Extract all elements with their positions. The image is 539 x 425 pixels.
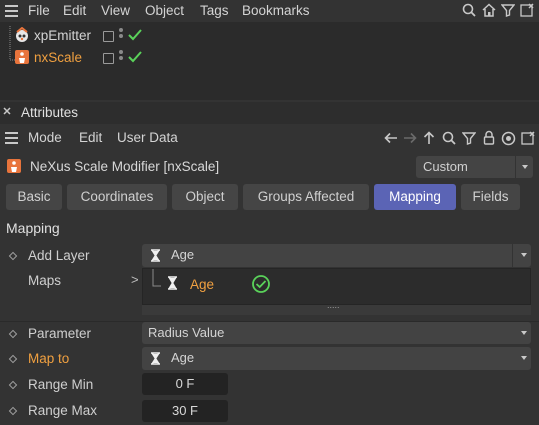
tab-basic[interactable]: Basic (6, 184, 62, 210)
menu-edit[interactable]: Edit (63, 3, 86, 18)
object-name-xpemitter[interactable]: xpEmitter (34, 28, 91, 43)
keyframe-diamond-icon[interactable] (8, 329, 18, 339)
layout-mode-dropdown[interactable]: Custom (416, 156, 533, 178)
object-manager-menubar: File Edit View Object Tags Bookmarks (0, 0, 539, 22)
menu-view[interactable]: View (101, 3, 130, 18)
chevron-down-icon (521, 331, 527, 335)
hamburger-menu-icon[interactable] (5, 132, 18, 144)
parameter-dropdown[interactable]: Radius Value (142, 322, 531, 344)
nexus-scale-icon (14, 49, 30, 65)
keyframe-diamond-icon[interactable] (8, 406, 18, 416)
hourglass-icon (150, 249, 161, 262)
tab-coordinates[interactable]: Coordinates (67, 184, 167, 210)
map-to-label: Map to (28, 351, 70, 366)
back-arrow-icon[interactable] (384, 131, 398, 145)
range-max-label: Range Max (28, 403, 98, 418)
target-icon[interactable] (501, 131, 516, 146)
hourglass-icon (150, 352, 161, 365)
maps-label: Maps (28, 273, 62, 288)
enabled-check-icon[interactable] (128, 29, 142, 41)
up-arrow-icon[interactable] (422, 131, 436, 145)
range-min-input[interactable]: 0 F (142, 373, 228, 395)
map-layer-name[interactable]: Age (190, 277, 214, 292)
menu-tags[interactable]: Tags (200, 3, 229, 18)
menu-user-data[interactable]: User Data (117, 130, 178, 145)
object-row-xpemitter[interactable]: xpEmitter (0, 24, 539, 46)
menu-mode[interactable]: Mode (28, 130, 62, 145)
keyframe-diamond-icon[interactable] (8, 251, 18, 261)
home-icon[interactable] (482, 3, 496, 17)
search-icon[interactable] (442, 131, 456, 145)
visibility-dots-icon[interactable] (119, 28, 124, 40)
add-layer-dropdown[interactable]: Age (142, 244, 531, 267)
object-name-nxscale[interactable]: nxScale (34, 50, 82, 65)
map-to-value: Age (171, 350, 195, 365)
layer-tag-icon[interactable] (103, 53, 114, 64)
range-max-input[interactable]: 30 F (142, 400, 228, 422)
attributes-panel: Attributes Mode Edit User Data NeXus Sca… (0, 102, 539, 425)
nexus-scale-icon (6, 158, 22, 174)
new-view-icon[interactable] (520, 3, 534, 17)
add-layer-value: Age (171, 247, 195, 262)
attributes-menubar: Mode Edit User Data (0, 126, 539, 150)
tab-mapping[interactable]: Mapping (374, 184, 456, 210)
hamburger-menu-icon[interactable] (5, 5, 18, 17)
close-panel-icon[interactable] (3, 107, 11, 115)
hourglass-icon (167, 276, 178, 290)
search-icon[interactable] (462, 3, 476, 17)
object-tree: xpEmitter nxScale (0, 24, 539, 72)
dropdown-divider (512, 244, 513, 267)
maps-resize-handle[interactable]: ..... (142, 300, 531, 315)
object-manager: File Edit View Object Tags Bookmarks xpE… (0, 0, 539, 100)
object-row-nxscale[interactable]: nxScale (0, 46, 539, 68)
chevron-down-icon (521, 253, 527, 257)
filter-icon[interactable] (462, 131, 476, 145)
object-header: NeXus Scale Modifier [nxScale] Custom (0, 154, 539, 178)
maps-expand-arrow[interactable]: > (131, 272, 139, 287)
enabled-check-circle-icon[interactable] (251, 274, 271, 294)
map-to-dropdown[interactable]: Age (142, 347, 531, 370)
parameter-value: Radius Value (148, 325, 225, 340)
menu-edit[interactable]: Edit (79, 130, 102, 145)
lock-icon[interactable] (482, 130, 496, 145)
forward-arrow-icon[interactable] (403, 131, 417, 145)
range-min-label: Range Min (28, 377, 94, 392)
chevron-down-icon (515, 156, 533, 178)
resize-grip-dots: ..... (327, 300, 340, 310)
layout-mode-value: Custom (423, 159, 468, 174)
layer-tag-icon[interactable] (103, 31, 114, 42)
chevron-down-icon (521, 356, 527, 360)
attributes-titlebar: Attributes (0, 102, 539, 124)
parameter-label: Parameter (28, 326, 92, 341)
map-layer-item[interactable]: Age (161, 271, 361, 299)
tab-fields[interactable]: Fields (461, 184, 520, 210)
keyframe-diamond-icon[interactable] (8, 380, 18, 390)
tab-object[interactable]: Object (172, 184, 238, 210)
add-layer-label: Add Layer (28, 248, 90, 263)
panel-title: Attributes (21, 105, 79, 120)
enabled-check-icon[interactable] (128, 51, 142, 63)
menu-file[interactable]: File (28, 3, 50, 18)
section-title: Mapping (6, 220, 60, 236)
menu-bookmarks[interactable]: Bookmarks (242, 3, 310, 18)
object-type-name: NeXus Scale Modifier [nxScale] (30, 159, 220, 174)
menu-object[interactable]: Object (145, 3, 184, 18)
tab-groups-affected[interactable]: Groups Affected (243, 184, 369, 210)
keyframe-diamond-icon[interactable] (8, 354, 18, 364)
filter-icon[interactable] (501, 3, 515, 17)
xpemitter-icon (14, 27, 30, 43)
visibility-dots-icon[interactable] (119, 50, 124, 62)
new-view-icon[interactable] (521, 131, 535, 145)
